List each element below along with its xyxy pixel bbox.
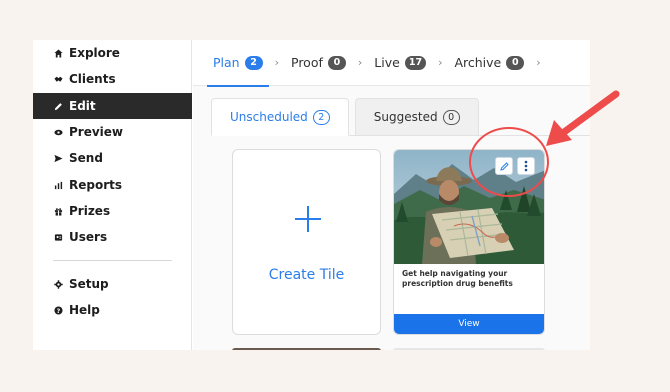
sidebar-item-label: Clients: [69, 72, 116, 86]
sidebar-item-setup[interactable]: Setup: [33, 271, 192, 297]
tile-headline: Get help navigating your prescription dr…: [402, 269, 513, 288]
main-content: Plan 2 › Proof 0 › Live 17 › Archive 0 ›: [193, 40, 590, 350]
chevron-right-icon: ›: [357, 56, 363, 69]
tile-card-peek: [393, 348, 545, 350]
gear-icon: [53, 279, 63, 289]
create-tile-label: Create Tile: [268, 267, 345, 283]
tile-card-peek: [232, 348, 381, 350]
stage-label: Live: [374, 55, 400, 70]
create-tile-card[interactable]: Create Tile: [232, 149, 381, 335]
stage-count-badge: 17: [404, 55, 427, 70]
home-icon: [53, 48, 63, 58]
stage-proof[interactable]: Proof 0: [291, 40, 346, 86]
users-icon: [53, 232, 63, 242]
stage-bar: Plan 2 › Proof 0 › Live 17 › Archive 0 ›: [193, 40, 590, 87]
stage-archive[interactable]: Archive 0: [454, 40, 525, 86]
tab-count-badge: 0: [442, 109, 460, 125]
tab-label: Unscheduled: [230, 110, 308, 124]
stage-count-badge: 2: [244, 55, 263, 70]
highlight-circle: [469, 127, 549, 197]
sidebar-item-reports[interactable]: Reports: [33, 172, 192, 198]
chevron-right-icon: ›: [274, 56, 279, 69]
stage-live[interactable]: Live 17: [374, 40, 427, 86]
sidebar: Explore Clients Edit Preview Send Report…: [33, 40, 192, 350]
send-icon: [53, 153, 63, 163]
sidebar-item-label: Prizes: [69, 204, 111, 218]
pencil-icon: [53, 101, 63, 111]
sidebar-item-send[interactable]: Send: [33, 145, 192, 171]
help-icon: ?: [53, 305, 63, 315]
callout-arrow-icon: [546, 90, 620, 146]
stage-label: Proof: [291, 55, 323, 70]
tab-label: Suggested: [373, 110, 438, 124]
sidebar-item-label: Explore: [69, 46, 120, 60]
stage-label: Archive: [454, 55, 502, 70]
bar-chart-icon: [53, 180, 63, 190]
sidebar-item-label: Send: [69, 151, 103, 165]
chevron-right-icon: ›: [438, 56, 443, 69]
sidebar-divider: [53, 260, 172, 261]
sidebar-item-label: Setup: [69, 277, 109, 291]
sidebar-item-preview[interactable]: Preview: [33, 119, 192, 145]
sidebar-item-clients[interactable]: Clients: [33, 66, 192, 92]
view-button[interactable]: View: [394, 314, 544, 334]
tab-unscheduled[interactable]: Unscheduled 2: [211, 98, 349, 136]
sidebar-item-label: Reports: [69, 178, 123, 192]
sidebar-item-explore[interactable]: Explore: [33, 40, 192, 66]
chevron-right-icon: ›: [536, 56, 541, 69]
sidebar-item-label: Preview: [69, 125, 124, 139]
sidebar-item-edit[interactable]: Edit: [33, 93, 192, 119]
sidebar-item-label: Edit: [69, 99, 96, 113]
gift-icon: [53, 206, 63, 216]
stage-label: Plan: [213, 55, 240, 70]
sidebar-item-label: Help: [69, 303, 100, 317]
eye-icon: [53, 127, 63, 137]
sidebar-item-users[interactable]: Users: [33, 224, 192, 250]
sidebar-item-label: Users: [69, 230, 108, 244]
tab-count-badge: 2: [312, 109, 330, 125]
svg-text:?: ?: [56, 307, 60, 314]
stage-count-badge: 0: [327, 55, 346, 70]
tab-suggested[interactable]: Suggested 0: [354, 98, 479, 136]
plus-icon: [295, 206, 321, 232]
handshake-icon: [53, 74, 63, 84]
sidebar-item-prizes[interactable]: Prizes: [33, 198, 192, 224]
sidebar-item-help[interactable]: ? Help: [33, 297, 192, 323]
tab-bar: Unscheduled 2 Suggested 0: [211, 98, 485, 136]
stage-plan[interactable]: Plan 2: [207, 40, 269, 87]
stage-count-badge: 0: [506, 55, 525, 70]
